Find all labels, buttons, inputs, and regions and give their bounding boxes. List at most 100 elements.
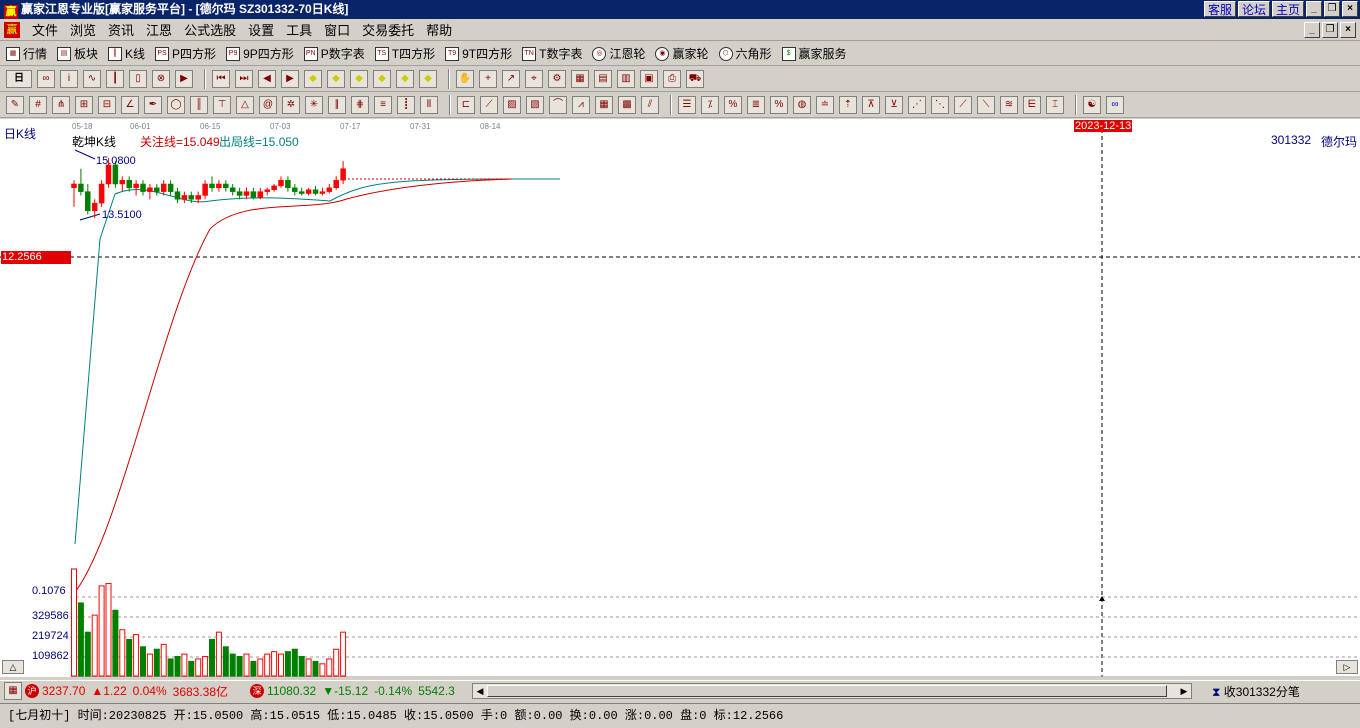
tool-sectors[interactable]: ▤ 板块 — [57, 45, 98, 62]
pen-icon[interactable]: ✒ — [144, 96, 162, 114]
fan-lines-icon[interactable]: ⫽ — [641, 96, 659, 114]
arrow-bars-icon[interactable]: ⇡ — [839, 96, 857, 114]
percent-slash-icon[interactable]: ⁒ — [701, 96, 719, 114]
triangle-icon[interactable]: △ — [236, 96, 254, 114]
scrollbar-thumb[interactable] — [487, 685, 1167, 697]
time-zone-icon[interactable]: ┋ — [397, 96, 415, 114]
cycle-icon[interactable]: ⫴ — [420, 96, 438, 114]
menu-browse[interactable]: 浏览 — [64, 20, 102, 39]
matrix-icon[interactable]: ▩ — [618, 96, 636, 114]
scrollbar-left-icon[interactable]: ◀ — [473, 684, 487, 698]
angle-grid-icon[interactable]: ⋱ — [931, 96, 949, 114]
fib-fan-icon[interactable]: ⊻ — [885, 96, 903, 114]
last-icon[interactable]: ⏭ — [235, 70, 253, 88]
range-icon[interactable]: ⊼ — [862, 96, 880, 114]
diamond-right-icon[interactable]: ◆ — [373, 70, 391, 88]
star-icon[interactable]: ✲ — [282, 96, 300, 114]
percent-icon[interactable]: % — [724, 96, 742, 114]
diamond-up-icon[interactable]: ◆ — [304, 70, 322, 88]
arc-icon[interactable]: ⌒ — [549, 96, 567, 114]
channel-icon[interactable]: ⊏ — [457, 96, 475, 114]
document-icon[interactable]: ▥ — [617, 70, 635, 88]
gann-fan-icon[interactable]: ⋔ — [52, 96, 70, 114]
menu-settings[interactable]: 设置 — [242, 20, 280, 39]
kline-chart[interactable] — [0, 119, 1360, 677]
next-icon[interactable]: ▶ — [281, 70, 299, 88]
calendar-icon[interactable]: ▦ — [571, 70, 589, 88]
mdi-close-icon[interactable]: × — [1340, 22, 1356, 38]
homepage-link[interactable]: 主页 — [1271, 1, 1304, 17]
diamond-left-icon[interactable]: ◆ — [350, 70, 368, 88]
burst-icon[interactable]: ✳ — [305, 96, 323, 114]
tool-t-square[interactable]: TS T四方形 — [374, 45, 435, 62]
chart-panel[interactable]: 日K线 乾坤K线 关注线=15.049 出局线=15.050 15.0800 1… — [0, 119, 1360, 677]
box-icon[interactable]: ▨ — [503, 96, 521, 114]
gann-angle-icon[interactable]: ∠ — [121, 96, 139, 114]
gear-icon[interactable]: ⚙ — [548, 70, 566, 88]
parallel-icon[interactable]: ∥ — [328, 96, 346, 114]
scroll-left-icon[interactable]: △ — [2, 660, 24, 674]
chart-scrollbar[interactable]: ◀ ▶ — [472, 683, 1192, 699]
minimize-icon[interactable]: _ — [1306, 1, 1322, 17]
scrollbar-right-icon[interactable]: ▶ — [1177, 684, 1191, 698]
tool-winner-wheel[interactable]: ◉ 赢家轮 — [655, 45, 709, 62]
tool-hexagon[interactable]: ⬡ 六角形 — [718, 45, 772, 62]
circle-icon[interactable]: ◯ — [167, 96, 185, 114]
diamond-center-icon[interactable]: ◆ — [419, 70, 437, 88]
tool-gann-wheel[interactable]: ◎ 江恩轮 — [592, 45, 645, 62]
tool-winner-service[interactable]: $ 赢家服务 — [781, 45, 847, 62]
menu-formula-select[interactable]: 公式选股 — [178, 20, 242, 39]
close-icon[interactable]: × — [1342, 1, 1358, 17]
menu-file[interactable]: 文件 — [26, 20, 64, 39]
menu-help[interactable]: 帮助 — [420, 20, 458, 39]
truck-icon[interactable]: ⛟ — [686, 70, 704, 88]
spiral-icon[interactable]: @ — [259, 96, 277, 114]
trend-icon[interactable]: ↗ — [502, 70, 520, 88]
level-icon[interactable]: ≐ — [816, 96, 834, 114]
angle-lines-icon[interactable]: ⋰ — [908, 96, 926, 114]
tool-t-number-table[interactable]: TN T数字表 — [522, 45, 582, 62]
speed-lines-icon[interactable]: ⟋ — [480, 96, 498, 114]
mdi-restore-icon[interactable]: ❐ — [1322, 22, 1338, 38]
document-logo-icon[interactable]: 赢 — [4, 21, 20, 38]
quotes-grid-icon[interactable]: ▦ — [4, 682, 22, 700]
menu-tools[interactable]: 工具 — [280, 20, 318, 39]
save-icon[interactable]: ▣ — [640, 70, 658, 88]
tool-p-number-table[interactable]: PN P数字表 — [303, 45, 365, 62]
gann-grid-icon[interactable]: ⊟ — [98, 96, 116, 114]
service-link[interactable]: 客服 — [1203, 1, 1236, 17]
menu-window[interactable]: 窗口 — [318, 20, 356, 39]
shade-icon[interactable]: ▧ — [526, 96, 544, 114]
flag-icon[interactable]: ▶ — [175, 70, 193, 88]
comb-icon[interactable]: ⋕ — [351, 96, 369, 114]
link-icon[interactable]: ∞ — [37, 70, 55, 88]
measure-icon[interactable]: ⌖ — [525, 70, 543, 88]
steps-icon[interactable]: ⊤ — [213, 96, 231, 114]
diamond-all-icon[interactable]: ◆ — [396, 70, 414, 88]
first-icon[interactable]: ⏮ — [212, 70, 230, 88]
tool-9p-square[interactable]: P9 9P四方形 — [226, 45, 294, 62]
mdi-minimize-icon[interactable]: _ — [1304, 22, 1320, 38]
yin-yang-icon[interactable]: ☯ — [1083, 96, 1101, 114]
tick-label[interactable]: ⧗ 收301332分笔 — [1212, 683, 1300, 700]
waves-icon[interactable]: ∿ — [83, 70, 101, 88]
list-icon[interactable]: ☰ — [678, 96, 696, 114]
prev-icon[interactable]: ◀ — [258, 70, 276, 88]
menu-news[interactable]: 资讯 — [102, 20, 140, 39]
forum-link[interactable]: 论坛 — [1237, 1, 1270, 17]
hand-icon[interactable]: ✋ — [456, 70, 474, 88]
restore-icon[interactable]: ❐ — [1324, 1, 1340, 17]
period-select[interactable]: 日 — [6, 70, 32, 88]
hash-icon[interactable]: # — [29, 96, 47, 114]
crosshair-icon[interactable]: + — [479, 70, 497, 88]
gann-box-icon[interactable]: ⊞ — [75, 96, 93, 114]
lines-icon[interactable]: ║ — [190, 96, 208, 114]
info-icon[interactable]: i — [60, 70, 78, 88]
fib-icon[interactable]: ≡ — [374, 96, 392, 114]
ladder-icon[interactable]: ⋿ — [1023, 96, 1041, 114]
print-icon[interactable]: ⎙ — [663, 70, 681, 88]
stair-icon[interactable]: ⌶ — [1046, 96, 1064, 114]
menu-trade[interactable]: 交易委托 — [356, 20, 420, 39]
slant-icon[interactable]: ⟋ — [954, 96, 972, 114]
candle-type-icon[interactable]: ▯ — [129, 70, 147, 88]
